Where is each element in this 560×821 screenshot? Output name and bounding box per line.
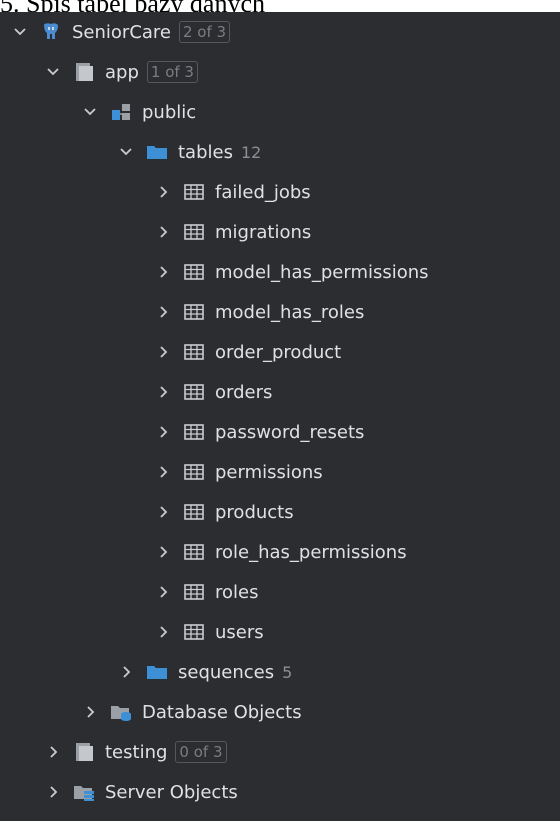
table-name: model_has_permissions xyxy=(215,261,429,283)
database-objects-icon xyxy=(110,702,132,722)
table-name: users xyxy=(215,621,264,643)
table-name: orders xyxy=(215,381,273,403)
tree-node-label: sequences xyxy=(178,661,275,683)
chevron-right-icon[interactable] xyxy=(155,424,171,440)
chevron-right-icon[interactable] xyxy=(155,544,171,560)
table-row[interactable]: role_has_permissions xyxy=(0,532,560,572)
table-row[interactable]: migrations xyxy=(0,212,560,252)
chevron-right-icon[interactable] xyxy=(155,264,171,280)
table-icon xyxy=(183,422,205,442)
table-name: failed_jobs xyxy=(215,181,311,203)
table-name: model_has_roles xyxy=(215,301,365,323)
table-row[interactable]: failed_jobs xyxy=(0,172,560,212)
table-row[interactable]: users xyxy=(0,612,560,652)
item-count: 12 xyxy=(240,142,262,162)
tree-node-tables[interactable]: tables 12 xyxy=(0,132,560,172)
tree-node-label: Database Objects xyxy=(142,701,302,723)
chevron-down-icon[interactable] xyxy=(45,64,61,80)
chevron-right-icon[interactable] xyxy=(118,664,134,680)
table-icon xyxy=(183,302,205,322)
chevron-right-icon[interactable] xyxy=(155,304,171,320)
table-row[interactable]: roles xyxy=(0,572,560,612)
tree-node-label: testing xyxy=(105,741,168,763)
chevron-down-icon[interactable] xyxy=(12,24,28,40)
table-row[interactable]: password_resets xyxy=(0,412,560,452)
tree-node-label: public xyxy=(142,101,197,123)
table-name: role_has_permissions xyxy=(215,541,407,563)
chevron-right-icon[interactable] xyxy=(155,384,171,400)
tree-node-seniorcare[interactable]: SeniorCare 2 of 3 xyxy=(0,12,560,52)
chevron-right-icon[interactable] xyxy=(155,464,171,480)
folder-icon xyxy=(146,662,168,682)
chevron-right-icon[interactable] xyxy=(155,624,171,640)
table-icon xyxy=(183,462,205,482)
selection-badge: 2 of 3 xyxy=(179,21,231,43)
table-name: products xyxy=(215,501,294,523)
folder-icon xyxy=(146,142,168,162)
table-icon xyxy=(183,222,205,242)
selection-badge: 1 of 3 xyxy=(146,61,198,83)
table-name: order_product xyxy=(215,341,342,363)
item-count: 5 xyxy=(282,662,293,682)
table-name: roles xyxy=(215,581,259,603)
table-icon xyxy=(183,262,205,282)
table-row[interactable]: order_product xyxy=(0,332,560,372)
tree-node-testing[interactable]: testing 0 of 3 xyxy=(0,732,560,772)
table-icon xyxy=(183,182,205,202)
selection-badge: 0 of 3 xyxy=(175,741,227,763)
tree-node-label: app xyxy=(105,61,139,83)
chevron-down-icon[interactable] xyxy=(82,104,98,120)
table-name: permissions xyxy=(215,461,323,483)
chevron-right-icon[interactable] xyxy=(155,584,171,600)
tree-node-label: tables xyxy=(178,141,233,163)
postgres-elephant-icon xyxy=(40,22,62,42)
database-icon xyxy=(73,62,95,82)
table-icon xyxy=(183,382,205,402)
table-row[interactable]: products xyxy=(0,492,560,532)
table-icon xyxy=(183,542,205,562)
tree-node-app[interactable]: app 1 of 3 xyxy=(0,52,560,92)
chevron-right-icon[interactable] xyxy=(45,744,61,760)
table-name: migrations xyxy=(215,221,312,243)
table-row[interactable]: orders xyxy=(0,372,560,412)
chevron-right-icon[interactable] xyxy=(155,504,171,520)
tree-node-database-objects[interactable]: Database Objects xyxy=(0,692,560,732)
chevron-right-icon[interactable] xyxy=(45,784,61,800)
tree-node-label: Server Objects xyxy=(105,781,238,803)
table-icon xyxy=(183,502,205,522)
table-row[interactable]: model_has_roles xyxy=(0,292,560,332)
chevron-right-icon[interactable] xyxy=(155,184,171,200)
schema-icon xyxy=(110,102,132,122)
table-row[interactable]: permissions xyxy=(0,452,560,492)
tree-node-public[interactable]: public xyxy=(0,92,560,132)
tree-node-sequences[interactable]: sequences 5 xyxy=(0,652,560,692)
table-icon xyxy=(183,622,205,642)
chevron-right-icon[interactable] xyxy=(155,344,171,360)
tree-node-server-objects[interactable]: Server Objects xyxy=(0,772,560,812)
table-icon xyxy=(183,342,205,362)
server-objects-icon xyxy=(73,782,95,802)
chevron-right-icon[interactable] xyxy=(82,704,98,720)
table-name: password_resets xyxy=(215,421,365,443)
database-icon xyxy=(73,742,95,762)
chevron-down-icon[interactable] xyxy=(118,144,134,160)
database-explorer-tree: SeniorCare 2 of 3 app 1 of 3 public tabl… xyxy=(0,12,560,821)
tree-node-label: SeniorCare xyxy=(72,21,171,43)
table-icon xyxy=(183,582,205,602)
table-row[interactable]: model_has_permissions xyxy=(0,252,560,292)
chevron-right-icon[interactable] xyxy=(155,224,171,240)
